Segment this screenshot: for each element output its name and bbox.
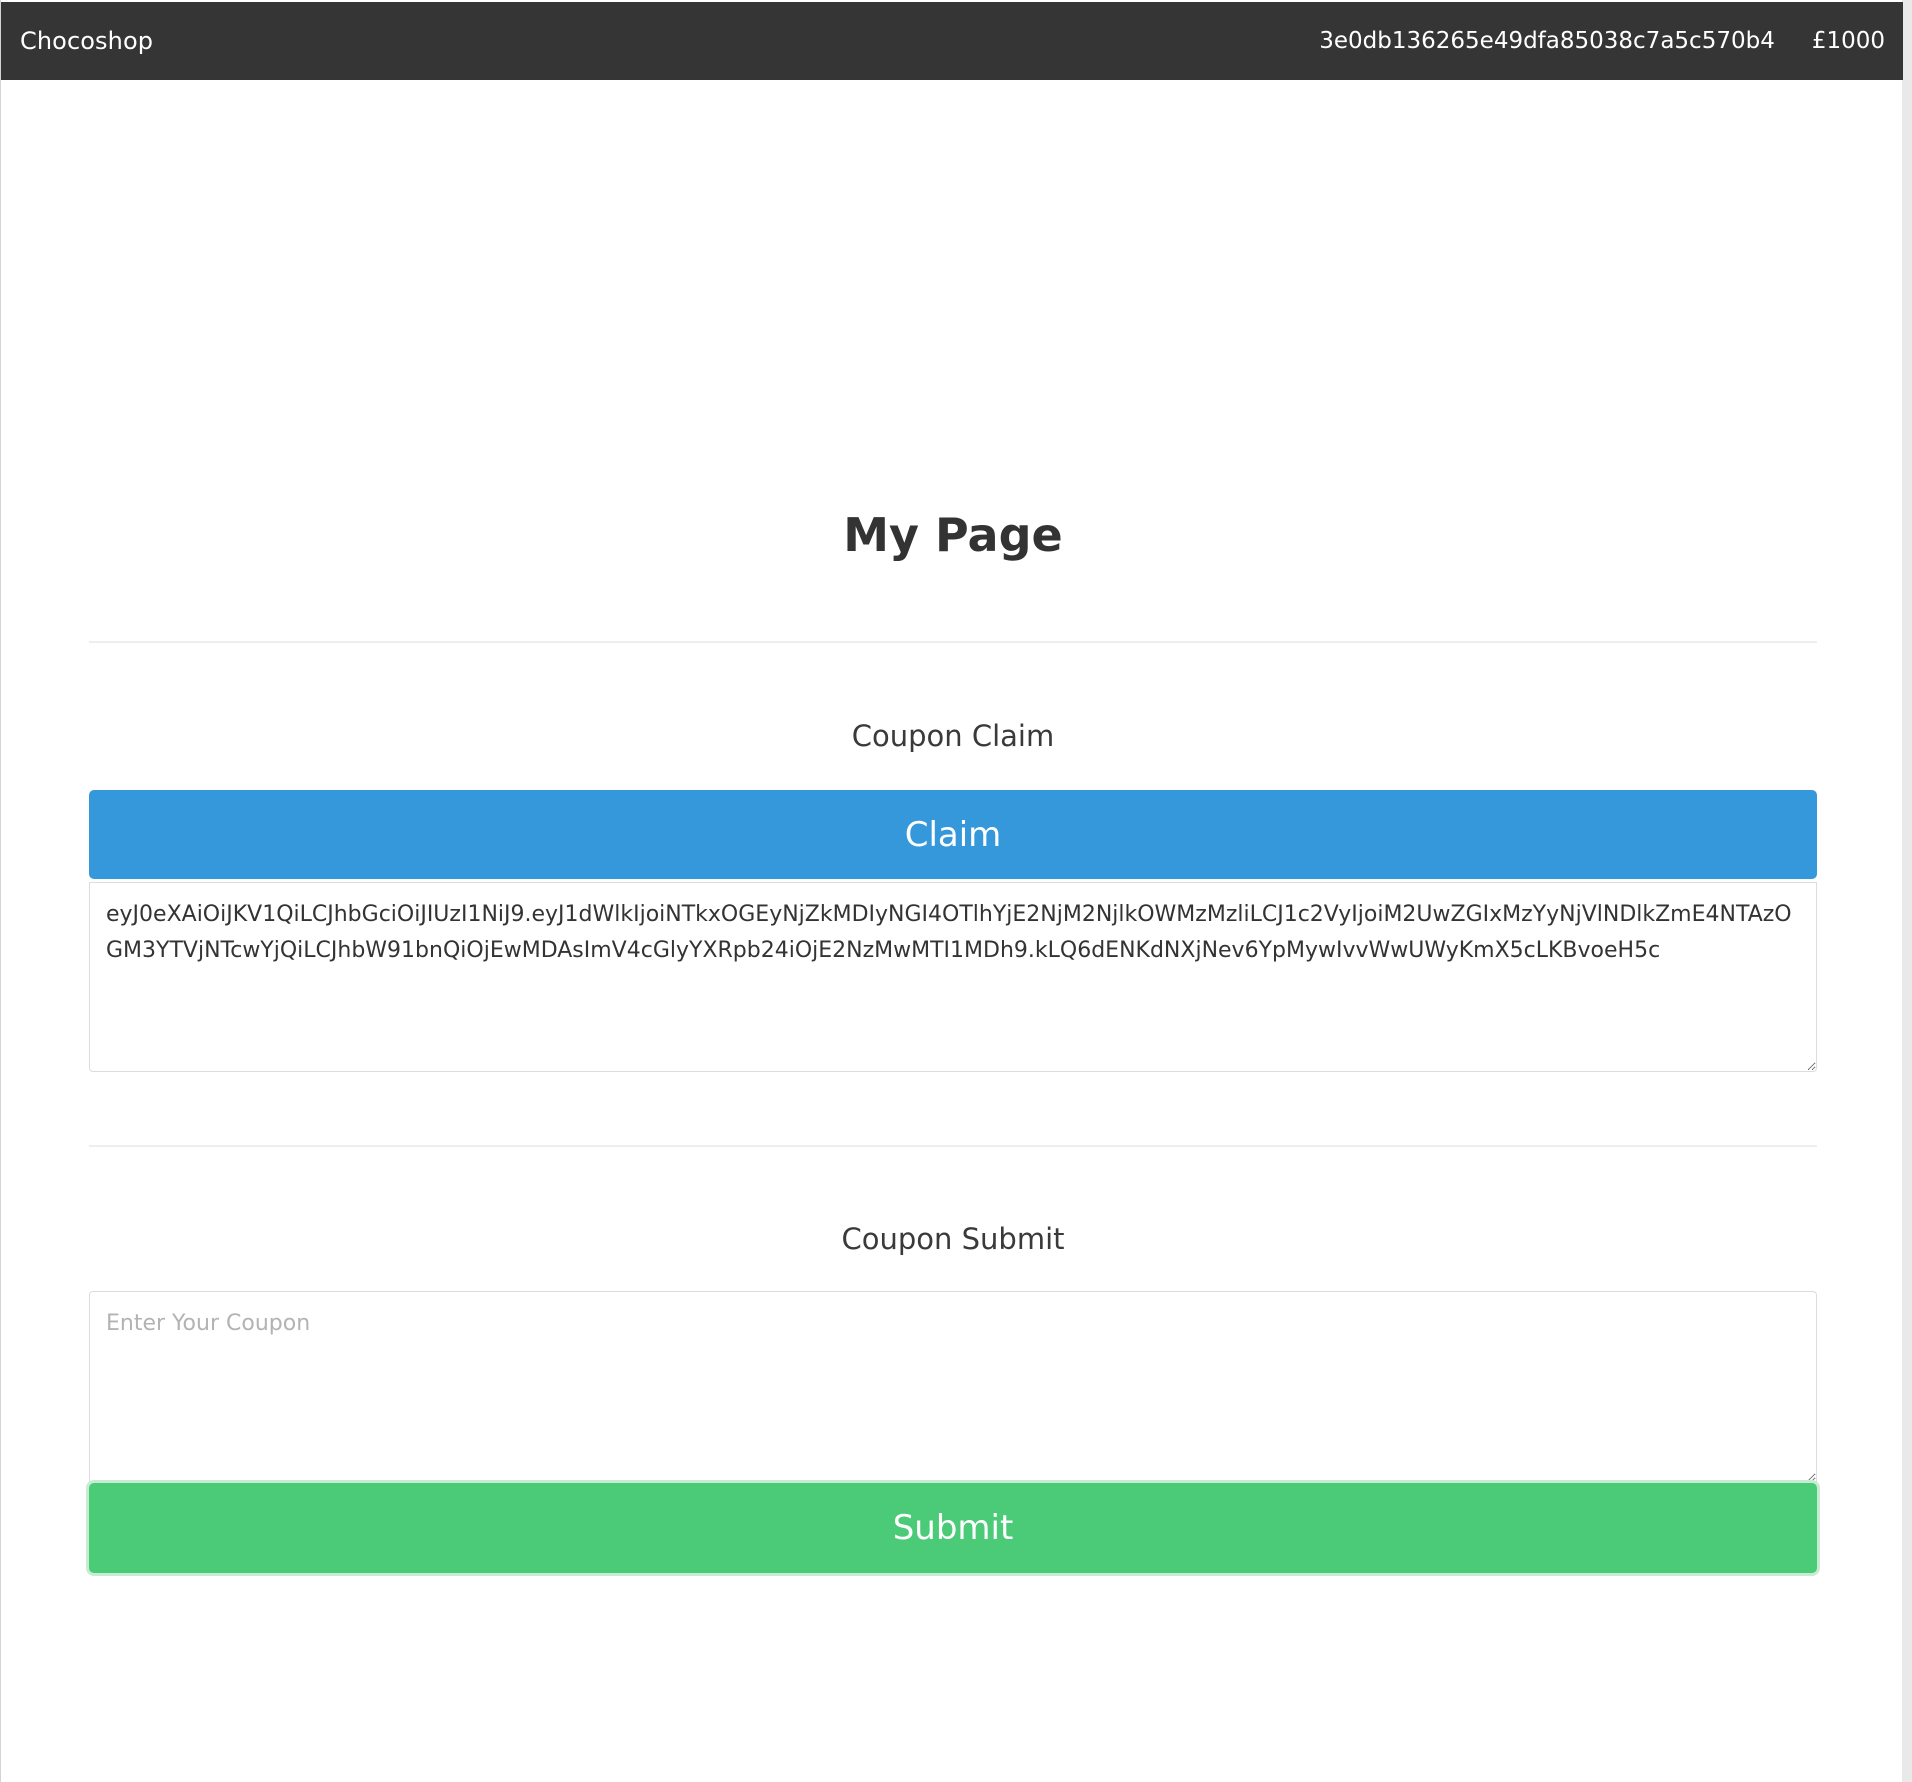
page: Chocoshop 3e0db136265e49dfa85038c7a5c570… — [0, 0, 1903, 1782]
divider-top — [89, 641, 1817, 643]
coupon-submit-heading: Coupon Submit — [841, 1222, 1065, 1256]
user-id: 3e0db136265e49dfa85038c7a5c570b4 — [1319, 28, 1775, 54]
claim-button[interactable]: Claim — [89, 790, 1817, 879]
submit-button[interactable]: Submit — [89, 1483, 1817, 1573]
divider-middle — [89, 1145, 1817, 1147]
brand-link[interactable]: Chocoshop — [20, 27, 153, 55]
balance: £1000 — [1811, 28, 1885, 54]
coupon-input[interactable] — [89, 1291, 1817, 1483]
page-title: My Page — [843, 508, 1063, 562]
navbar: Chocoshop 3e0db136265e49dfa85038c7a5c570… — [1, 2, 1903, 80]
navbar-right: 3e0db136265e49dfa85038c7a5c570b4 £1000 — [1319, 28, 1885, 54]
claimed-coupon-textarea[interactable]: eyJ0eXAiOiJKV1QiLCJhbGciOiJIUzI1NiJ9.eyJ… — [89, 882, 1817, 1072]
coupon-claim-heading: Coupon Claim — [851, 719, 1055, 753]
